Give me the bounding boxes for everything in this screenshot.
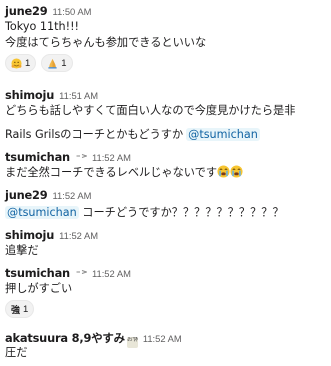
message-text: 押しがすごい: [5, 282, 73, 295]
author-name[interactable]: tsumichan: [5, 150, 70, 164]
reaction-hugging[interactable]: 1: [5, 54, 37, 72]
message: tsumichan 11:52 AM まだ全然コーチできるレベルじゃないです: [5, 150, 327, 181]
message: shimoju 11:51 AM どちらも話しやすくて面白い人なので今度見かけた…: [5, 88, 327, 143]
author-name[interactable]: akatsuura 8,9やすみ: [5, 330, 125, 346]
message-text: @tsumichan コーチどうですか？？？？？？？？？？: [5, 205, 327, 221]
folded-hands-icon: [48, 58, 57, 69]
timestamp[interactable]: 11:52 AM: [59, 230, 98, 241]
vacation-badge: お休み: [126, 337, 138, 348]
message: akatsuura 8,9やすみ お休み 11:52 AM 圧だ: [5, 330, 327, 361]
author-name[interactable]: shimoju: [5, 88, 54, 102]
message-text: 今度はてらちゃんも参加できるといいな: [5, 36, 207, 49]
message-text-span: Rails Grilsのコーチとかもどうすか: [5, 128, 184, 141]
mention-tsumichan[interactable]: @tsumichan: [5, 206, 79, 219]
timestamp[interactable]: 11:52 AM: [92, 268, 131, 279]
sob-icon: [217, 165, 230, 178]
message-list: june29 11:50 AM Tokyo 11th!!! 今度はてらちゃんも参…: [0, 0, 331, 366]
reaction-strong[interactable]: 強 1: [5, 300, 35, 318]
reaction-bar: 強 1: [5, 300, 327, 318]
author-name[interactable]: tsumichan: [5, 266, 70, 280]
message: june29 11:50 AM Tokyo 11th!!! 今度はてらちゃんも参…: [5, 4, 327, 72]
author-name[interactable]: shimoju: [5, 228, 54, 242]
message-text: 追撃だ: [5, 244, 39, 257]
message-text-span: コーチどうですか？？？？？？？？？？: [82, 206, 284, 219]
message-text: 圧だ: [5, 346, 28, 359]
message: tsumichan 11:52 AM 押しがすごい 強 1: [5, 266, 327, 318]
author-name[interactable]: june29: [5, 4, 48, 18]
reaction-count: 1: [25, 57, 31, 69]
timestamp[interactable]: 11:52 AM: [92, 152, 131, 163]
message-text: Rails Grilsのコーチとかもどうすか @tsumichan: [5, 127, 327, 143]
timestamp[interactable]: 11:52 AM: [53, 190, 92, 201]
message: shimoju 11:52 AM 追撃だ: [5, 228, 327, 259]
status-icon: [76, 270, 87, 274]
message-text-span: まだ全然コーチできるレベルじゃないです: [5, 166, 218, 179]
sob-icon: [230, 165, 243, 178]
reaction-bar: 1 1: [5, 54, 327, 72]
message-text: どちらも話しやすくて面白い人なので今度見かけたら是非: [5, 104, 296, 117]
timestamp[interactable]: 11:51 AM: [59, 90, 98, 101]
hugging-face-icon: [11, 57, 22, 69]
reaction-count: 1: [23, 303, 29, 315]
status-icon: [76, 154, 87, 158]
reaction-count: 1: [61, 57, 67, 69]
message: june29 11:52 AM @tsumichan コーチどうですか？？？？？…: [5, 188, 327, 221]
reaction-pray[interactable]: 1: [41, 54, 73, 72]
message-text: まだ全然コーチできるレベルじゃないです: [5, 165, 327, 181]
message-text: Tokyo 11th!!!: [5, 20, 80, 33]
timestamp[interactable]: 11:52 AM: [143, 333, 182, 344]
timestamp[interactable]: 11:50 AM: [53, 6, 92, 17]
kanji-strong-icon: 強: [11, 304, 21, 315]
mention-tsumichan[interactable]: @tsumichan: [186, 128, 260, 141]
author-name[interactable]: june29: [5, 188, 48, 202]
